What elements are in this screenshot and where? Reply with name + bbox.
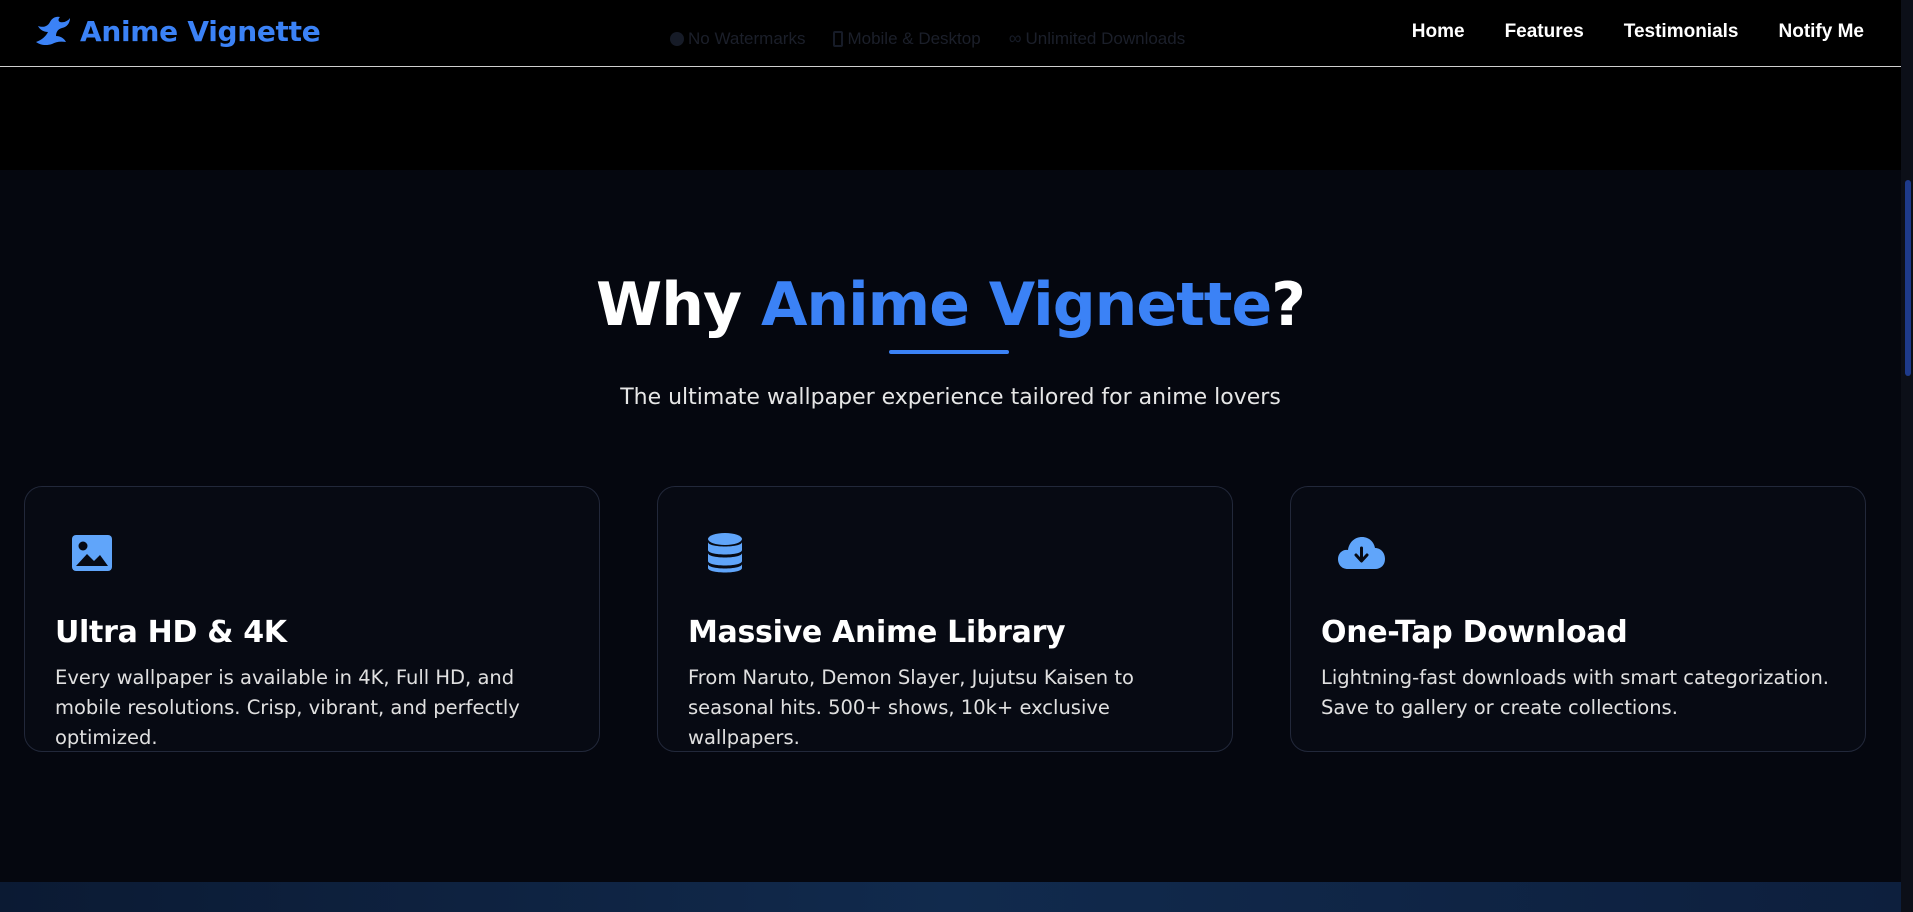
nav-link-home[interactable]: Home (1412, 21, 1465, 43)
cloud-download-icon (1338, 537, 1385, 569)
section-title-suffix: ? (1271, 270, 1306, 340)
image-icon (72, 535, 112, 571)
brand-name: Anime Vignette (80, 14, 321, 48)
card-title: Ultra HD & 4K (55, 615, 287, 650)
check-circle-icon (670, 31, 684, 46)
header-feature-unlimited-downloads: ∞ Unlimited Downloads (1009, 28, 1186, 49)
header-feature-label: No Watermarks (688, 28, 806, 48)
header-feature-label: Mobile & Desktop (847, 28, 981, 48)
header-feature-no-watermarks: No Watermarks (670, 28, 805, 49)
card-title: One-Tap Download (1321, 615, 1628, 650)
brand-logo-link[interactable]: Anime Vignette (32, 14, 321, 48)
hero-bottom-band (0, 68, 1901, 170)
page: Anime Vignette No Watermarks Mobile & De… (0, 0, 1913, 912)
database-icon (708, 533, 742, 573)
feature-card-one-tap-download: One-Tap Download Lightning-fast download… (1290, 486, 1866, 752)
header-feature-mobile-desktop: Mobile & Desktop (833, 28, 981, 49)
navbar: Anime Vignette No Watermarks Mobile & De… (0, 0, 1901, 67)
mobile-icon (833, 30, 844, 47)
features-section: Why Anime Vignette? The ultimate wallpap… (0, 170, 1901, 882)
main-nav: Home Features Testimonials Notify Me (1412, 21, 1864, 43)
nav-link-testimonials[interactable]: Testimonials (1624, 21, 1739, 43)
card-description: From Naruto, Demon Slayer, Jujutsu Kaise… (688, 666, 1134, 749)
header-feature-label: Unlimited Downloads (1025, 28, 1186, 48)
infinity-icon: ∞ (1008, 28, 1022, 48)
title-underline (889, 350, 1009, 354)
section-title: Why Anime Vignette? (0, 270, 1901, 340)
card-description: Every wallpaper is available in 4K, Full… (55, 666, 520, 749)
header-feature-list: No Watermarks Mobile & Desktop ∞ Unlimit… (670, 28, 1185, 49)
scrollbar-thumb[interactable] (1905, 180, 1911, 376)
section-subtitle: The ultimate wallpaper experience tailor… (620, 385, 1281, 410)
card-title: Massive Anime Library (688, 615, 1066, 650)
nav-link-notify-me[interactable]: Notify Me (1779, 21, 1865, 43)
dragon-icon (36, 16, 70, 46)
section-title-prefix: Why (596, 270, 761, 340)
feature-card-ultra-hd: Ultra HD & 4K Every wallpaper is availab… (24, 486, 600, 752)
next-section-band (0, 882, 1901, 912)
page-scrollbar[interactable] (1901, 0, 1913, 912)
section-title-accent: Anime Vignette (760, 270, 1272, 340)
feature-card-massive-library: Massive Anime Library From Naruto, Demon… (657, 486, 1233, 752)
card-description: Lightning-fast downloads with smart cate… (1321, 666, 1830, 719)
nav-link-features[interactable]: Features (1505, 21, 1584, 43)
